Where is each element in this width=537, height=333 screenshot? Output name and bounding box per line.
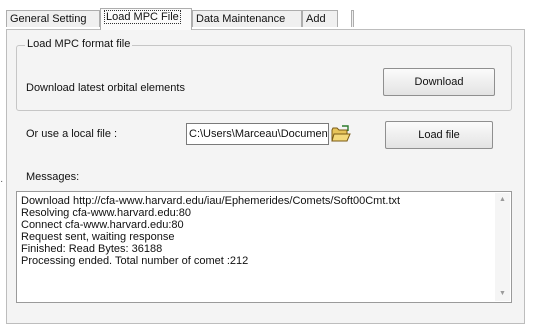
tab-load-mpc-file[interactable]: Load MPC File [100,8,192,30]
message-line: Resolving cfa-www.harvard.edu:80 [21,207,191,219]
tab-label: Data Maintenance [196,13,286,25]
open-folder-icon[interactable] [330,124,352,144]
messages-box[interactable]: Download http://cfa-www.harvard.edu/iau/… [16,191,512,303]
download-description: Download latest orbital elements [26,82,185,94]
tab-label: Add [306,13,326,25]
tab-label: General Setting [10,13,87,25]
local-file-label: Or use a local file : [26,128,118,140]
group-title: Load MPC format file [25,38,133,50]
panel-edge-mark: · [0,176,4,187]
message-line: Processing ended. Total number of comet … [21,255,249,267]
messages-scrollbar[interactable]: ▲ ▼ [495,193,510,301]
scroll-down-arrow-icon[interactable]: ▼ [495,287,510,301]
tab-data-maintenance[interactable]: Data Maintenance [192,10,302,27]
scroll-up-arrow-icon[interactable]: ▲ [495,193,510,207]
tab-general-setting[interactable]: General Setting [6,10,100,27]
tab-add[interactable]: Add [302,10,338,27]
messages-label: Messages: [26,171,80,183]
download-button[interactable]: Download [383,68,495,96]
local-file-path-field[interactable]: C:\Users\Marceau\Documents\Soft00Cmt.txt [186,123,329,145]
message-line: Download http://cfa-www.harvard.edu/iau/… [21,195,401,207]
load-file-button[interactable]: Load file [385,121,493,149]
messages-list: Download http://cfa-www.harvard.edu/iau/… [21,195,400,267]
tab-overflow-stub [351,10,354,27]
message-line: Request sent, waiting response [21,231,175,243]
tab-label: Load MPC File [104,10,181,24]
message-line: Finished: Read Bytes: 36188 [21,243,163,255]
message-line: Connect cfa-www.harvard.edu:80 [21,219,184,231]
